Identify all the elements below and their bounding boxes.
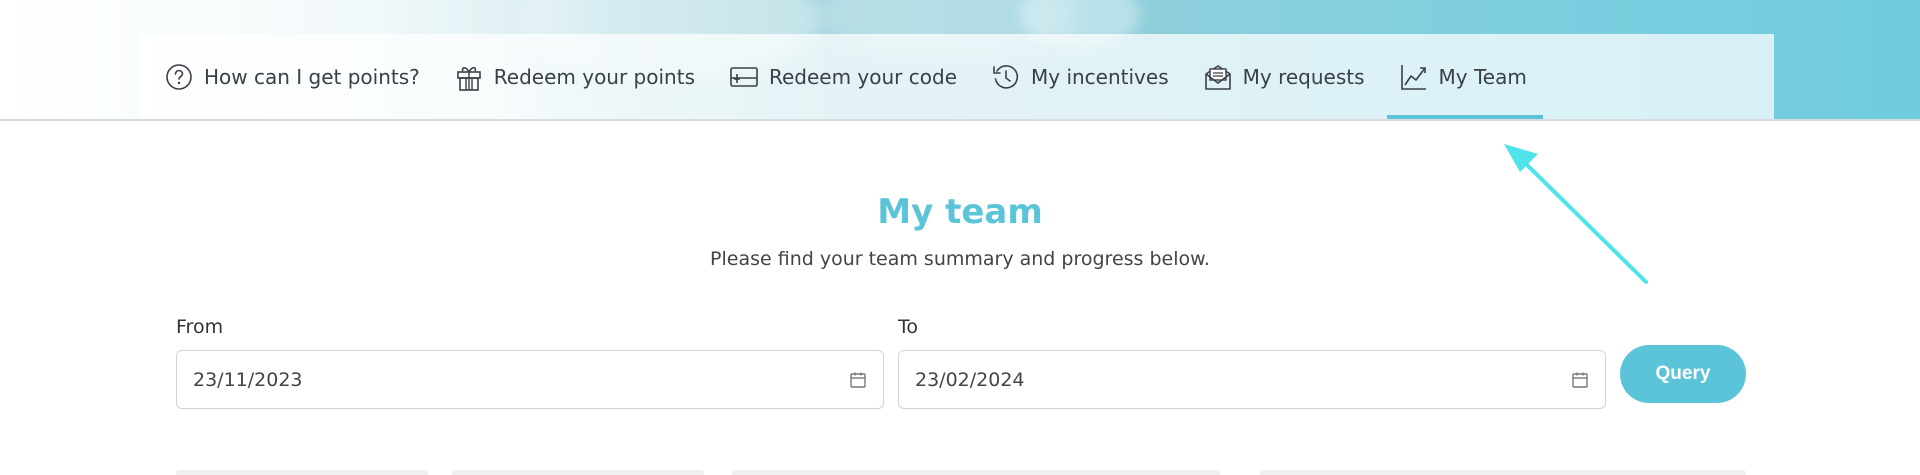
gift-icon bbox=[454, 62, 484, 92]
line-chart-icon bbox=[1399, 62, 1429, 92]
summary-card bbox=[452, 470, 704, 475]
from-date-value: 23/11/2023 bbox=[193, 368, 303, 391]
nav-item-label: My incentives bbox=[1031, 65, 1169, 89]
page-title: My team bbox=[877, 192, 1043, 232]
nav-item-redeem-code[interactable]: Redeem your code bbox=[729, 34, 973, 120]
calendar-icon[interactable] bbox=[849, 371, 867, 389]
nav-item-label: How can I get points? bbox=[204, 65, 420, 89]
to-label: To bbox=[898, 316, 919, 338]
summary-card bbox=[732, 470, 1220, 475]
nav-item-my-team[interactable]: My Team bbox=[1386, 34, 1544, 120]
nav-item-label: My Team bbox=[1438, 65, 1527, 89]
nav-item-label: Redeem your points bbox=[493, 65, 695, 89]
nav-item-my-requests[interactable]: My requests bbox=[1203, 34, 1381, 120]
from-date-field[interactable]: 23/11/2023 bbox=[176, 350, 884, 409]
page-subtitle: Please find your team summary and progre… bbox=[710, 248, 1210, 270]
envelope-open-icon bbox=[1203, 62, 1233, 92]
summary-card bbox=[1260, 470, 1746, 475]
from-label: From bbox=[176, 316, 224, 338]
history-icon bbox=[991, 62, 1021, 92]
nav-divider bbox=[0, 119, 1920, 121]
ticket-icon bbox=[729, 62, 759, 92]
to-date-field[interactable]: 23/02/2024 bbox=[898, 350, 1606, 409]
nav-item-label: Redeem your code bbox=[768, 65, 957, 89]
nav-item-how-to-get-points[interactable]: How can I get points? bbox=[164, 34, 436, 120]
question-circle-icon bbox=[164, 62, 194, 92]
calendar-icon[interactable] bbox=[1571, 371, 1589, 389]
query-button[interactable]: Query bbox=[1620, 345, 1746, 403]
nav-item-label: My requests bbox=[1242, 65, 1365, 89]
summary-card bbox=[176, 470, 428, 475]
nav-item-redeem-points[interactable]: Redeem your points bbox=[454, 34, 711, 120]
main-nav: How can I get points? Redeem your points… bbox=[140, 34, 1774, 120]
nav-item-my-incentives[interactable]: My incentives bbox=[991, 34, 1185, 120]
to-date-value: 23/02/2024 bbox=[915, 368, 1025, 391]
